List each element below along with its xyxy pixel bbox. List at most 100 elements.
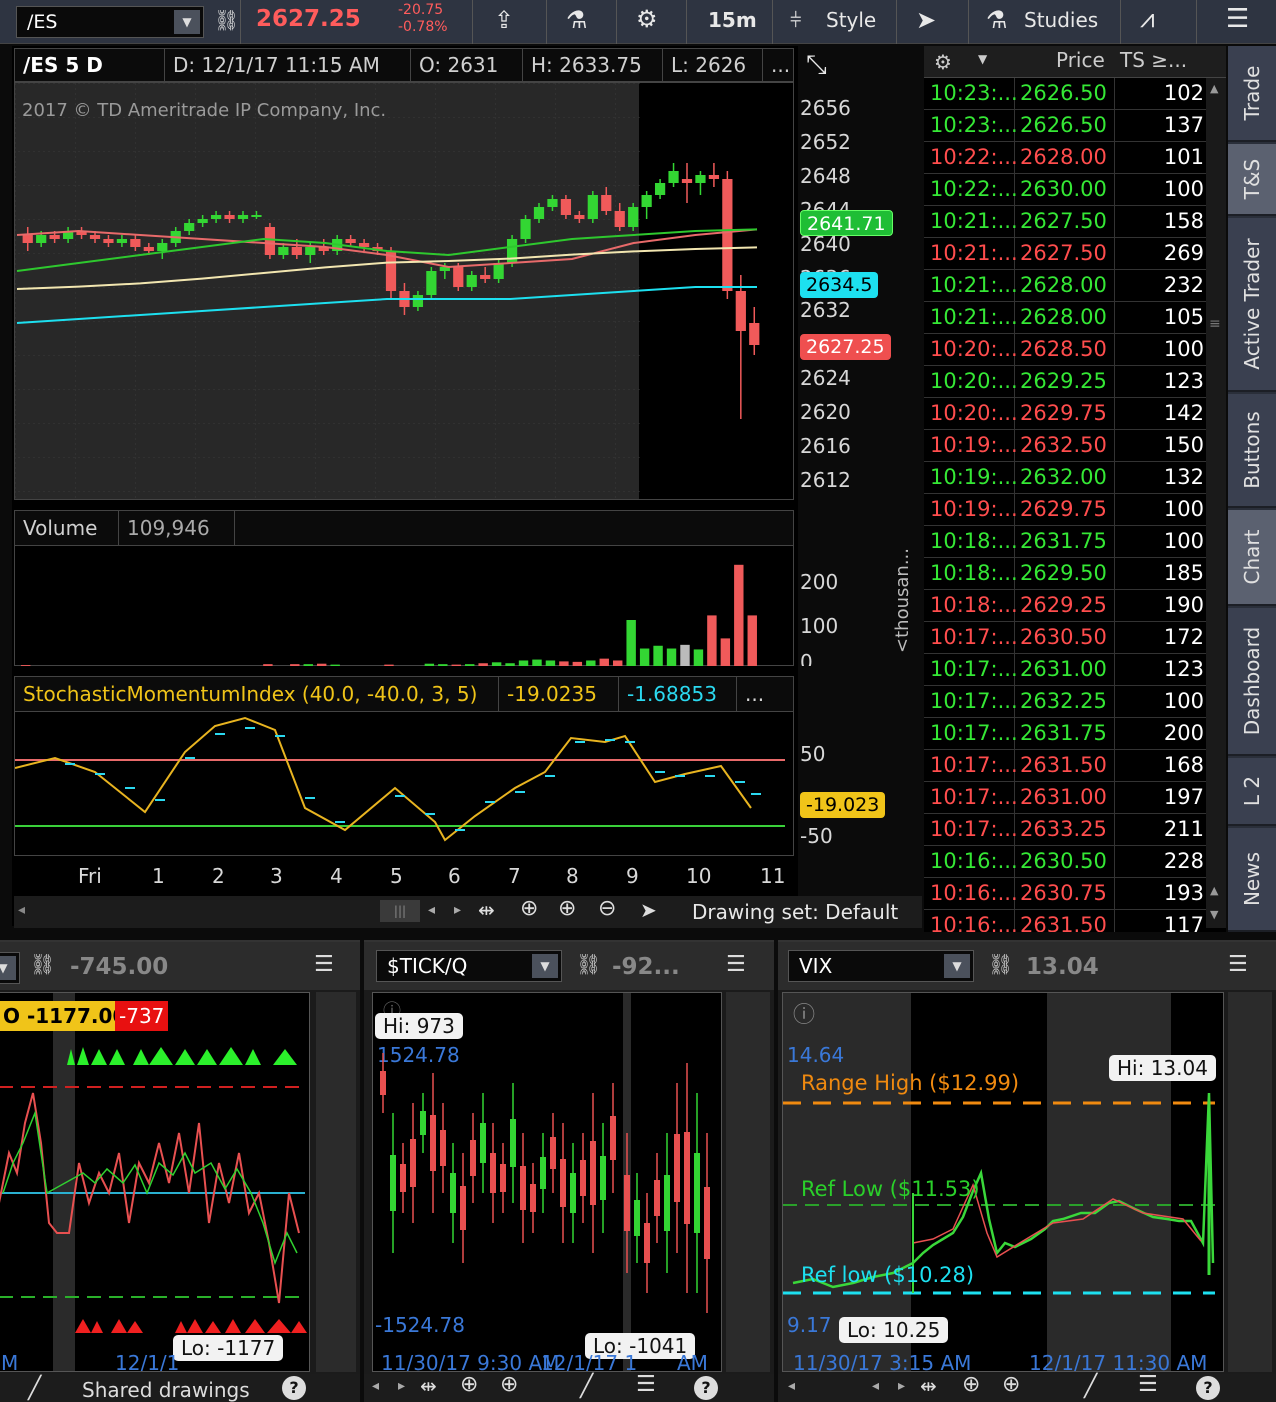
volume-bar [693, 649, 704, 666]
tab-label: Trade [1240, 65, 1264, 121]
ts-size: 117 [1163, 913, 1204, 932]
scroll-up-icon[interactable]: ▲ [1210, 884, 1218, 897]
tab-news[interactable]: News [1228, 828, 1276, 932]
tab-buttons[interactable]: Buttons [1228, 394, 1276, 508]
ts-row: 10:17:... 2630.50 172 [924, 622, 1210, 654]
zoom-in-icon[interactable]: ⊕ [500, 1372, 518, 1397]
candle-body [722, 179, 733, 291]
chevron-down-icon[interactable]: ▼ [532, 954, 558, 978]
timeframe-button[interactable]: 15m [708, 8, 757, 32]
range-high-label: Range High ($12.99) [801, 1071, 1020, 1095]
crosshair-icon[interactable]: ⊕ [520, 896, 538, 921]
menu-icon[interactable]: ☰ [314, 952, 334, 977]
help-icon[interactable]: ? [694, 1376, 718, 1400]
chevron-down-icon[interactable]: ▼ [0, 956, 16, 980]
ts-gear-icon[interactable]: ⚙ [934, 50, 952, 74]
ts-price: 2631.00 [1020, 785, 1107, 809]
expand-horizontal-icon[interactable]: ⇹ [478, 898, 495, 922]
layers-icon[interactable]: ☰ [1138, 1372, 1158, 1397]
scroll-left-icon[interactable]: ◂ [18, 902, 25, 918]
scroll-left-icon[interactable]: ◂ [428, 902, 435, 918]
ts-size: 123 [1163, 657, 1204, 681]
tab-active-trader[interactable]: Active Trader [1228, 218, 1276, 392]
share-icon[interactable]: ⇪ [494, 6, 514, 34]
pointer-icon[interactable]: ➤ [640, 898, 657, 922]
volume-bar [532, 659, 542, 666]
scroll-up-icon[interactable]: ▲ [1210, 82, 1218, 95]
layers-icon[interactable]: ☰ [636, 1372, 656, 1397]
link-icon[interactable]: ⛓ [988, 952, 1013, 976]
zoom-out-icon[interactable]: ⊖ [598, 896, 616, 921]
tick-candle-body [530, 1184, 536, 1212]
smi-tick: -50 [800, 824, 833, 848]
scroll-left-icon[interactable]: ◂ [872, 1378, 879, 1394]
ts-price-header[interactable]: Price [1056, 48, 1105, 72]
draw-line-icon[interactable]: ╱ [580, 1374, 593, 1399]
panel3-symbol-selector[interactable]: VIX ▼ [788, 950, 974, 982]
panel2-time-label: AM [677, 1351, 708, 1372]
chevron-down-icon[interactable]: ▼ [174, 10, 200, 34]
help-icon[interactable]: ? [282, 1376, 306, 1400]
link-icon[interactable]: ⛓ [576, 952, 601, 976]
volume-bar [478, 663, 488, 666]
chart-more[interactable]: ... [763, 49, 795, 81]
link-icon[interactable]: ⛓ [214, 8, 239, 32]
menu-icon[interactable]: ☰ [726, 952, 746, 977]
zoom-in-icon[interactable]: ⊕ [1002, 1372, 1020, 1397]
flask-icon[interactable]: ⚗ [566, 6, 588, 34]
scroll-right-icon[interactable]: ▸ [398, 1378, 405, 1394]
cursor-icon[interactable]: ➤ [916, 6, 936, 34]
tab-l2[interactable]: L 2 [1228, 758, 1276, 826]
divider [1120, 0, 1121, 44]
scroll-down-icon[interactable]: ▼ [1210, 908, 1218, 921]
scroll-left-icon[interactable]: ◂ [372, 1378, 379, 1394]
panel2-symbol-selector[interactable]: $TICK/Q ▼ [376, 950, 562, 982]
ts-size: 100 [1163, 497, 1204, 521]
scroll-grip-icon[interactable]: ≡ [1209, 316, 1221, 332]
draw-line-icon[interactable]: ╱ [28, 1376, 41, 1401]
scroll-left-icon[interactable]: ◂ [788, 1378, 795, 1394]
help-icon[interactable]: ? [1196, 1376, 1220, 1400]
expand-horizontal-icon[interactable]: ⇹ [920, 1374, 937, 1398]
studies-button[interactable]: Studies [1024, 8, 1098, 32]
ts-row: 10:20:... 2628.50 100 [924, 334, 1210, 366]
ts-scrollbar[interactable]: ▲ ≡ ▲ ▼ [1206, 78, 1226, 928]
panel1-symbol-selector[interactable]: ▼ [0, 952, 20, 984]
menu-icon[interactable]: ☰ [1228, 952, 1248, 977]
ts-row: 10:19:... 2629.75 100 [924, 494, 1210, 526]
expand-horizontal-icon[interactable]: ⇹ [420, 1374, 437, 1398]
tick-candle-body [500, 1164, 506, 1192]
ts-row: 10:19:... 2632.50 150 [924, 430, 1210, 462]
ts-size: 269 [1163, 241, 1204, 265]
ref-low2-label: Ref low ($10.28) [801, 1263, 975, 1287]
scroll-right-icon[interactable]: ▸ [898, 1378, 905, 1394]
collapse-icon[interactable]: ⤡ [806, 50, 827, 81]
crosshair-icon[interactable]: ⊕ [962, 1372, 980, 1397]
tab-chart[interactable]: Chart [1228, 510, 1276, 606]
ts-size-header[interactable]: TS ≥... [1120, 48, 1187, 72]
zoom-in-icon[interactable]: ⊕ [558, 896, 576, 921]
chevron-down-icon[interactable]: ▼ [944, 954, 970, 978]
crosshair-icon[interactable]: ⊕ [460, 1372, 478, 1397]
ts-time: 10:22:... [930, 145, 1018, 169]
scroll-thumb[interactable]: ||| [380, 900, 420, 922]
gear-icon[interactable]: ⚙ [636, 5, 658, 33]
ts-row: 10:20:... 2629.75 142 [924, 398, 1210, 430]
menu-icon[interactable]: ☰ [1226, 4, 1249, 34]
ts-price: 2630.50 [1020, 849, 1107, 873]
tick-candle-body [560, 1159, 566, 1207]
smi-more[interactable]: ... [737, 677, 793, 711]
drawings-icon[interactable]: ⩘ [1140, 4, 1155, 35]
draw-line-icon[interactable]: ╱ [1084, 1374, 1097, 1399]
shared-drawings[interactable]: Shared drawings [82, 1378, 250, 1402]
drawing-set[interactable]: Drawing set: Default [692, 900, 898, 924]
candle-body [735, 291, 746, 331]
ts-dropdown-icon[interactable]: ▼ [978, 52, 987, 66]
tab-ts[interactable]: T&S [1228, 144, 1276, 216]
scroll-right-icon[interactable]: ▸ [454, 902, 461, 918]
link-icon[interactable]: ⛓ [30, 952, 55, 976]
symbol-selector[interactable]: /ES ▼ [16, 6, 204, 38]
tab-dashboard[interactable]: Dashboard [1228, 608, 1276, 756]
style-button[interactable]: Style [826, 8, 876, 32]
tab-trade[interactable]: Trade [1228, 46, 1276, 142]
